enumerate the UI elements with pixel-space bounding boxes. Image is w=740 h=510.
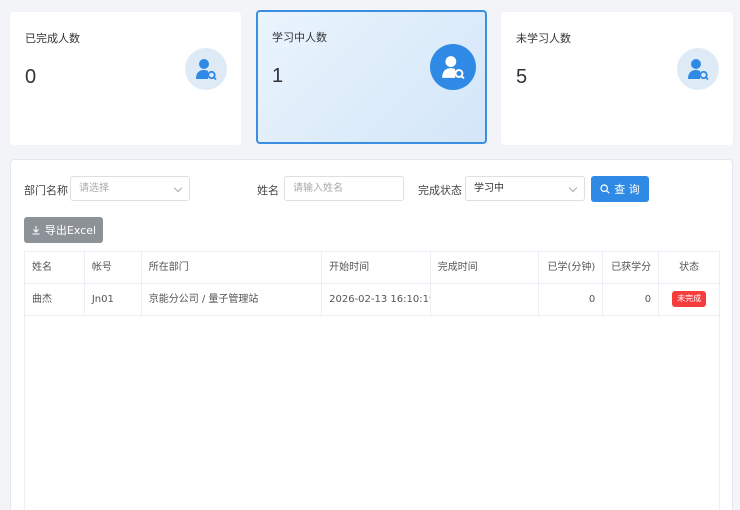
status-badge: 未完成	[672, 291, 707, 307]
export-button-label: 导出Excel	[44, 224, 97, 237]
query-button-label: 查 询	[614, 183, 640, 196]
name-input[interactable]: 请输入姓名	[284, 176, 404, 201]
name-input-placeholder: 请输入姓名	[293, 183, 343, 194]
column-header[interactable]: 开始时间	[322, 252, 431, 283]
export-excel-button[interactable]: 导出Excel	[24, 217, 103, 243]
stat-label: 已完成人数	[25, 32, 80, 45]
dept-filter-label: 部门名称	[24, 184, 68, 197]
stat-card-learning[interactable]: 学习中人数 1	[256, 10, 487, 144]
column-header[interactable]: 已学(分钟)	[539, 252, 604, 283]
table-row[interactable]: 曲杰 Jn01 京能分公司 / 量子管理站 2026-02-13 16:10:1…	[25, 284, 719, 316]
dept-select-placeholder: 请选择	[79, 183, 109, 194]
query-button[interactable]: 查 询	[591, 176, 649, 202]
dept-select[interactable]: 请选择	[70, 176, 190, 201]
cell-department: 京能分公司 / 量子管理站	[142, 284, 323, 315]
stat-label: 学习中人数	[272, 31, 327, 44]
cell-finish-time	[431, 284, 540, 315]
download-icon	[32, 226, 40, 235]
stat-card-completed: 已完成人数 0	[10, 12, 241, 145]
cell-start-time: 2026-02-13 16:10:19	[322, 284, 431, 315]
stat-label: 未学习人数	[516, 32, 571, 45]
name-filter-label: 姓名	[257, 184, 279, 197]
cell-minutes: 0	[539, 284, 604, 315]
cell-credits: 0	[603, 284, 660, 315]
cell-status: 未完成	[659, 284, 719, 315]
column-header[interactable]: 所在部门	[142, 252, 323, 283]
column-header[interactable]: 状态	[659, 252, 719, 283]
stat-value: 0	[25, 66, 37, 88]
data-table: 姓名 帐号 所在部门 开始时间 完成时间 已学(分钟) 已获学分 状态 曲杰 J…	[24, 251, 720, 510]
column-header[interactable]: 已获学分	[603, 252, 660, 283]
search-icon	[600, 184, 610, 194]
user-search-icon	[185, 48, 227, 90]
cell-name: 曲杰	[25, 284, 85, 315]
table-header: 姓名 帐号 所在部门 开始时间 完成时间 已学(分钟) 已获学分 状态	[25, 252, 719, 284]
column-header[interactable]: 帐号	[85, 252, 142, 283]
status-select[interactable]: 学习中	[465, 176, 585, 201]
chevron-down-icon	[568, 183, 578, 193]
stat-value: 1	[272, 65, 284, 87]
stat-card-not-started: 未学习人数 5	[501, 12, 733, 145]
status-filter-label: 完成状态	[418, 184, 462, 197]
user-search-icon	[677, 48, 719, 90]
user-search-icon	[430, 44, 476, 90]
column-header[interactable]: 完成时间	[431, 252, 540, 283]
cell-account: Jn01	[85, 284, 142, 315]
results-panel: 部门名称 请选择 姓名 请输入姓名 完成状态 学习中 查 询 导出Excel 姓…	[10, 159, 733, 510]
stat-value: 5	[516, 66, 528, 88]
chevron-down-icon	[173, 183, 183, 193]
column-header[interactable]: 姓名	[25, 252, 85, 283]
status-select-value: 学习中	[474, 183, 504, 194]
